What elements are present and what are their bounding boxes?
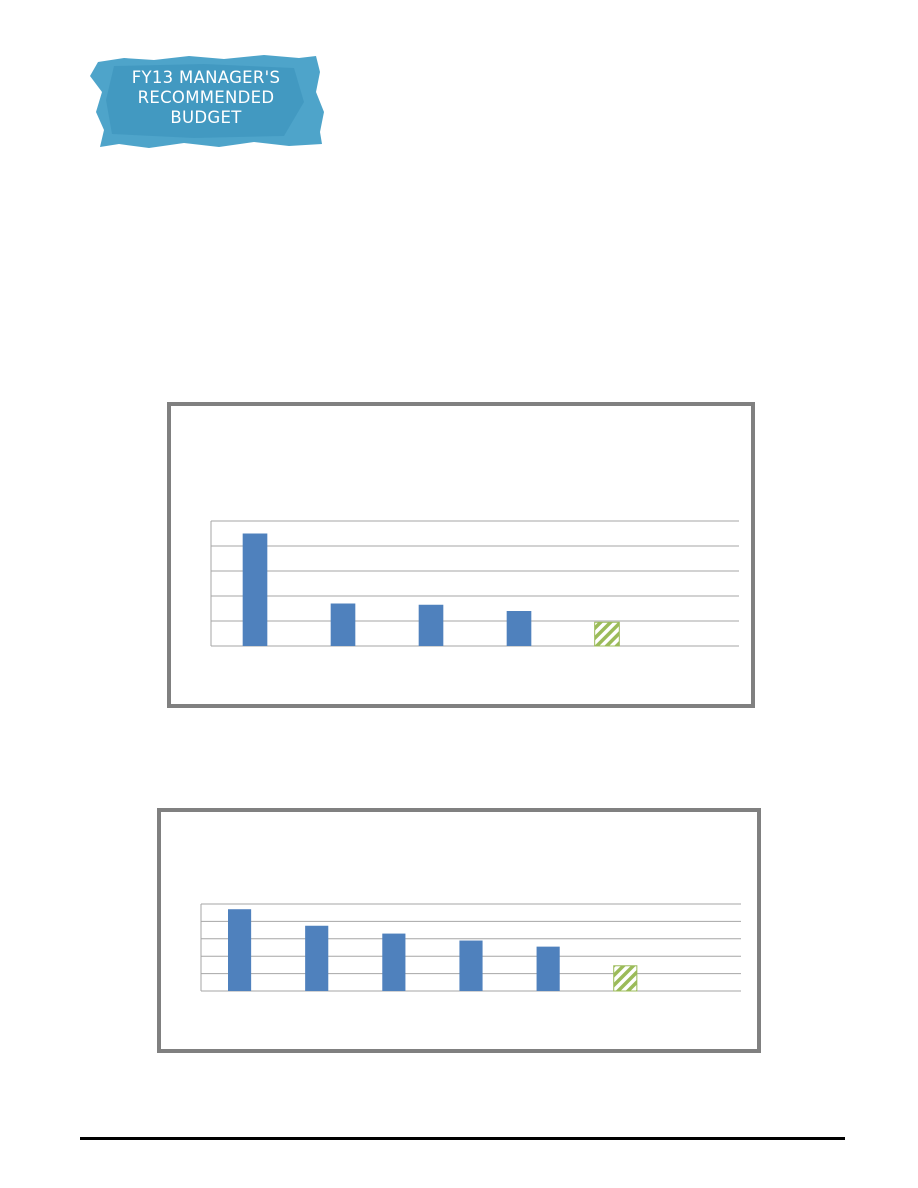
footer-rule bbox=[80, 1137, 845, 1140]
bar bbox=[242, 533, 268, 646]
bar-chart-2 bbox=[157, 808, 761, 1053]
logo-line-1: FY13 MANAGER'S bbox=[131, 68, 281, 87]
bar bbox=[506, 611, 532, 646]
bar bbox=[305, 925, 329, 991]
bar-highlighted bbox=[613, 965, 638, 992]
bar-highlighted bbox=[594, 621, 620, 647]
bar bbox=[418, 604, 444, 646]
budget-logo-banner: FY13 MANAGER'S RECOMMENDED BUDGET bbox=[84, 52, 328, 152]
bar bbox=[459, 940, 483, 991]
bar-chart-2-plot bbox=[200, 903, 741, 992]
bar bbox=[228, 909, 252, 991]
bar bbox=[536, 946, 560, 991]
bar bbox=[330, 603, 356, 646]
bar-chart-1-plot bbox=[210, 520, 739, 647]
bar-chart-1 bbox=[167, 402, 755, 708]
logo-line-3: BUDGET bbox=[170, 108, 242, 127]
bar bbox=[382, 933, 406, 991]
logo-line-2: RECOMMENDED bbox=[137, 88, 275, 107]
